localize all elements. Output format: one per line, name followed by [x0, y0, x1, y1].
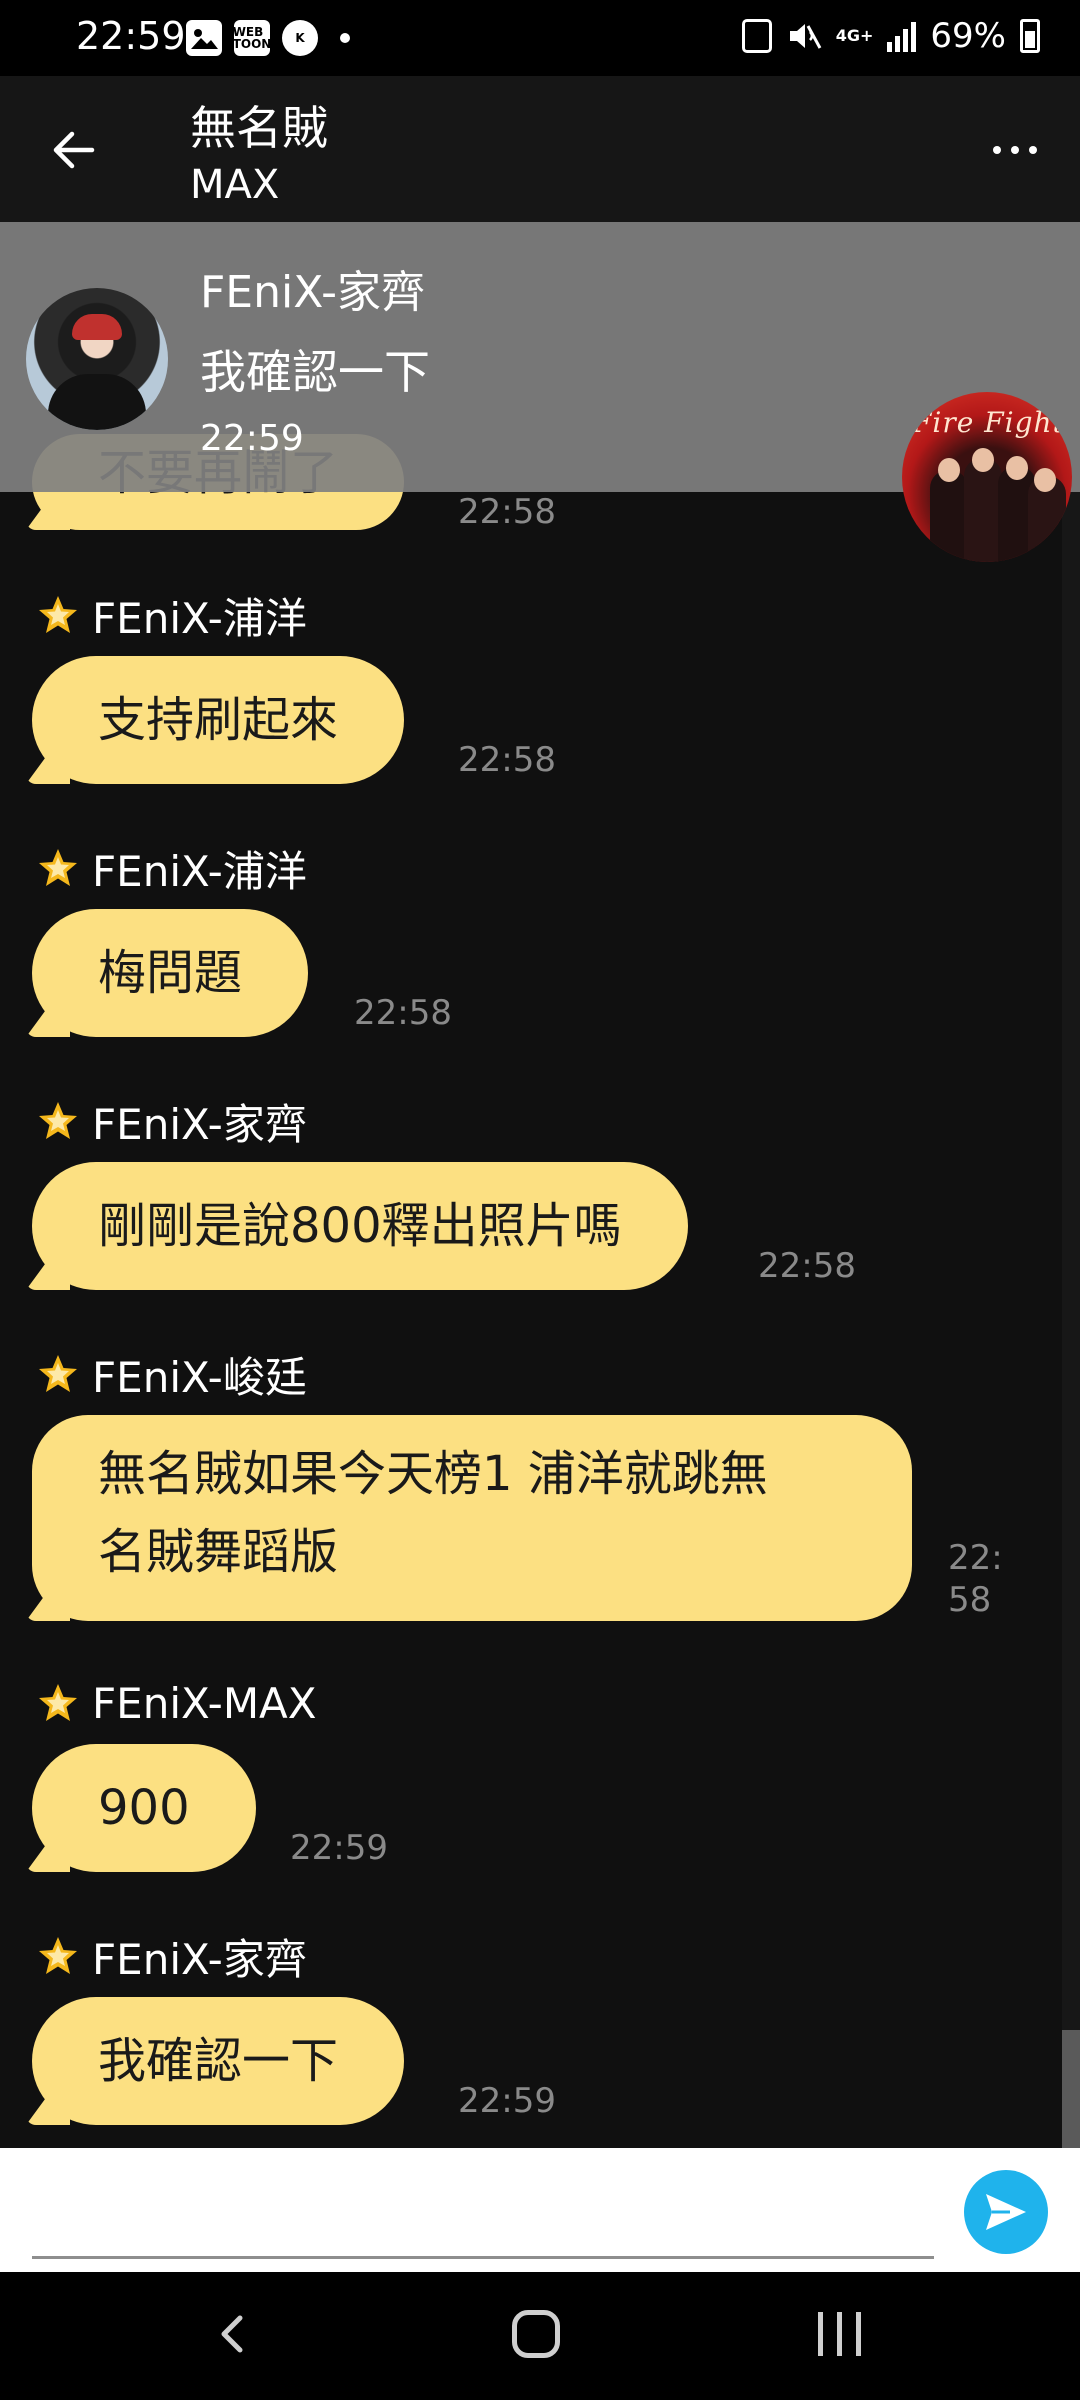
message-text: 剛剛是說800釋出照片嗎	[98, 1198, 622, 1254]
message-sender: FEniX-浦洋	[36, 843, 307, 896]
chat-subtitle: MAX	[190, 162, 280, 208]
message-time: 22:58	[758, 1246, 856, 1286]
battery-saver-icon	[741, 19, 772, 53]
message-time: 22: 58	[948, 1537, 1003, 1621]
sender-name: FEniX-浦洋	[92, 846, 307, 896]
star-icon	[39, 1684, 77, 1721]
message-time: 22:59	[290, 1828, 388, 1868]
notification-text: 我確認一下	[200, 345, 430, 399]
message-bubble[interactable]: 無名賊如果今天榜1 浦洋就跳無 名賊舞蹈版	[32, 1415, 912, 1621]
message-bubble[interactable]: 我確認一下	[32, 1997, 405, 2125]
send-icon	[986, 2194, 1026, 2230]
star-icon	[39, 1355, 77, 1392]
star-icon	[39, 1102, 77, 1139]
figure-shape	[930, 470, 968, 562]
more-options-button[interactable]	[980, 130, 1050, 170]
system-navigation-bar	[0, 2272, 1080, 2400]
notification-time: 22:59	[200, 418, 304, 459]
message-sender: FEniX-MAX	[36, 1678, 317, 1728]
battery-percent: 69%	[930, 16, 1006, 56]
signal-icon	[887, 20, 917, 52]
image-icon	[186, 20, 222, 56]
face-shape	[938, 458, 960, 482]
chat-header: 無名賊 MAX	[0, 76, 1080, 222]
figure-shape	[964, 458, 1002, 562]
message-sender: FEniX-家齊	[36, 1096, 307, 1149]
message-text: 900	[98, 1780, 190, 1836]
scrollbar-thumb[interactable]	[1062, 2030, 1080, 2148]
chat-head-title: Fire Fighter	[912, 406, 1072, 439]
network-type: 4G+	[835, 26, 874, 45]
sender-name: FEniX-MAX	[92, 1678, 317, 1728]
arrow-left-icon	[53, 131, 95, 169]
message-text-line: 無名賊如果今天榜1 浦洋就跳無	[98, 1446, 768, 1502]
face-shape	[1006, 456, 1028, 480]
status-bar: 22:59 WEB TOON K 4G+ 69%	[0, 0, 1080, 76]
message-input-bar	[0, 2148, 1080, 2272]
nav-recents-icon[interactable]	[818, 2312, 861, 2356]
nav-home-icon[interactable]	[512, 2310, 560, 2358]
message-time: 22:58	[458, 740, 556, 780]
system-icons: 4G+ 69%	[741, 16, 1040, 56]
input-underline	[32, 2256, 934, 2259]
message-bubble[interactable]: 900	[32, 1744, 256, 1872]
message-text-line: 名賊舞蹈版	[98, 1524, 339, 1580]
kkbox-icon: K	[282, 20, 318, 56]
back-button[interactable]	[44, 120, 104, 180]
battery-icon	[1020, 19, 1040, 53]
message-bubble[interactable]: 梅問題	[32, 909, 309, 1037]
star-icon	[39, 849, 77, 886]
avatar	[26, 288, 168, 430]
mute-icon	[789, 24, 822, 49]
webtoon-icon: WEB TOON	[233, 20, 271, 56]
message-sender: FEniX-峻廷	[36, 1349, 307, 1402]
nav-back-icon[interactable]	[212, 2312, 256, 2356]
message-time: 22:58	[458, 492, 556, 532]
status-time: 22:59	[76, 14, 186, 58]
more-notifications-dot	[340, 33, 350, 43]
message-input[interactable]	[32, 2178, 934, 2248]
floating-chat-head[interactable]: Fire Fighter	[902, 392, 1072, 562]
face-shape	[1034, 468, 1056, 492]
message-time-line: 22:	[948, 1538, 1003, 1578]
message-sender: FEniX-浦洋	[36, 590, 307, 643]
send-button[interactable]	[964, 2170, 1048, 2254]
message-sender: FEniX-家齊	[36, 1931, 307, 1984]
message-text: 我確認一下	[98, 2033, 339, 2089]
face-shape	[972, 448, 994, 472]
star-icon	[39, 596, 77, 633]
message-time: 22:59	[458, 2081, 556, 2121]
sender-name: FEniX-浦洋	[92, 593, 307, 643]
message-time-line: 58	[948, 1580, 992, 1620]
notification-icons: WEB TOON K	[186, 20, 350, 56]
avatar-body-shape	[48, 374, 146, 430]
more-dot-icon	[1011, 146, 1019, 154]
more-dot-icon	[1029, 146, 1037, 154]
message-bubble[interactable]: 剛剛是說800釋出照片嗎	[32, 1162, 688, 1290]
sender-name: FEniX-峻廷	[92, 1352, 307, 1402]
chat-title: 無名賊	[190, 101, 328, 155]
sender-name: FEniX-家齊	[92, 1934, 307, 1984]
message-time: 22:58	[354, 993, 452, 1033]
sender-name: FEniX-家齊	[92, 1099, 307, 1149]
message-text: 支持刷起來	[98, 692, 339, 748]
message-bubble[interactable]: 支持刷起來	[32, 656, 405, 784]
star-icon	[39, 1937, 77, 1974]
more-dot-icon	[993, 146, 1001, 154]
avatar-hat-shape	[72, 314, 122, 340]
message-text: 梅問題	[98, 945, 243, 1001]
notification-sender: FEniX-家齊	[200, 267, 426, 318]
